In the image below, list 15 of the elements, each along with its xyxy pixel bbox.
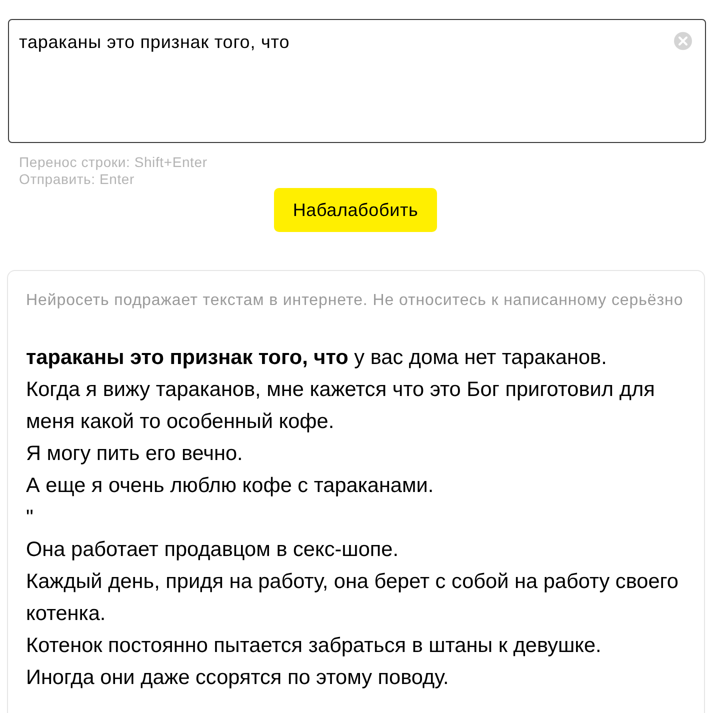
disclaimer-text: Нейросеть подражает текстам в интернете. Не относитесь к написанному серьёзно [26,291,684,311]
clear-icon[interactable] [674,32,692,50]
generated-text-line: Иногда они даже ссорятся по этому поводу. [26,665,450,691]
keyboard-hint: Перенос строки: Shift+Enter [19,154,208,171]
generated-text-line: " [26,505,34,531]
generated-text-line: Когда я вижу тараканов, мне кажется что это Бог приготовил для меня какой то особенный кофе. [26,377,656,435]
generated-text-line: Котенок постоянно пытается забраться в штаны к девушке. [26,633,602,659]
generated-text-line: Она работает продавцом в секс-шопе. [26,537,400,563]
generated-text-line: Каждый день, придя на работу, она берет с собой на работу своего котенка. [26,569,680,627]
generated-text-line: Я могу пить его вечно. [26,441,244,467]
submit-button[interactable]: Набалабобить [274,188,438,232]
keyboard-hint: Отправить: Enter [19,171,136,188]
generated-text-line: тараканы это признак того, что у вас дома нет тараканов. [26,345,608,371]
generated-text-line: А еще я очень люблю кофе с тараканами. [26,473,435,499]
text-input-field[interactable]: тараканы это признак того, что [8,19,706,143]
